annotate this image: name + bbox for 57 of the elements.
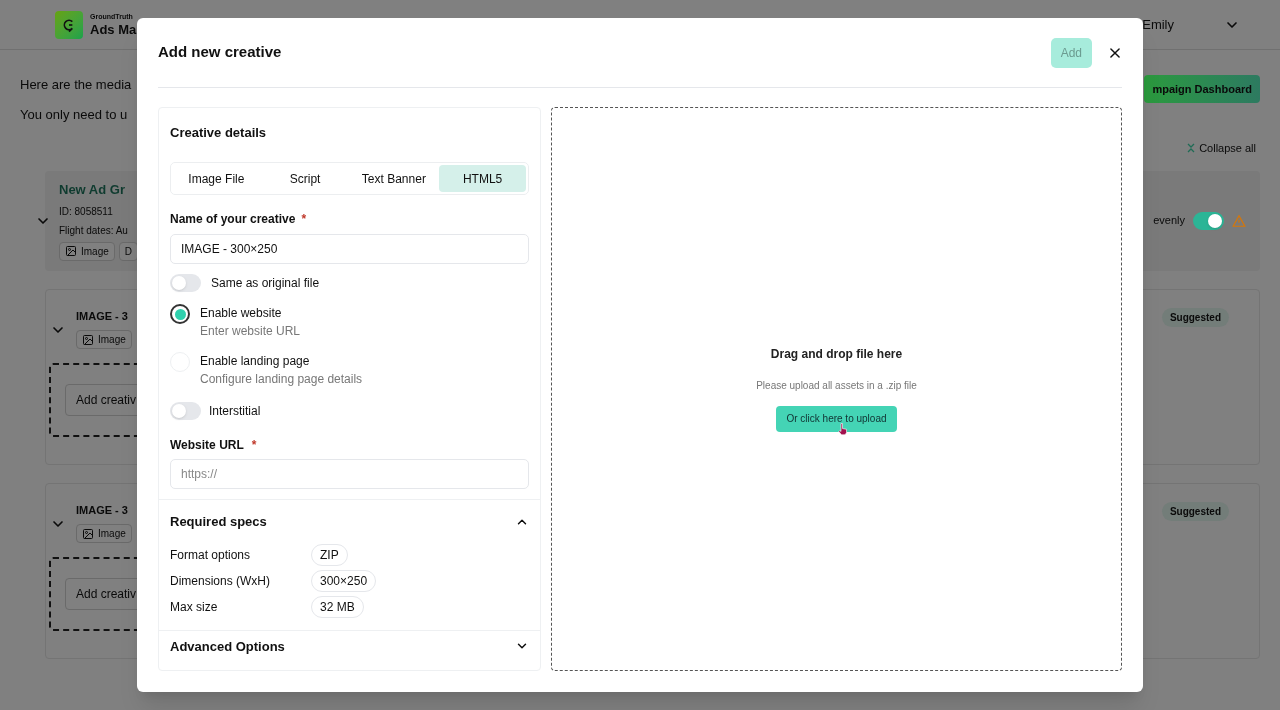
website-url-field[interactable]: https:// [170, 459, 529, 489]
user-name: Emily [1142, 15, 1174, 34]
ad-group-title: New Ad Gr [59, 181, 126, 200]
radio-hint: Enter website URL [200, 323, 301, 340]
radio-hint: Configure landing page details [200, 371, 363, 388]
collapse-all-button[interactable]: Collapse all [1199, 140, 1256, 157]
creative-name-field[interactable]: IMAGE - 300×250 [170, 234, 529, 264]
hand-cursor-icon [838, 423, 849, 435]
toggle-switch[interactable] [170, 402, 201, 420]
ad-group-id: ID: 8058511 [59, 204, 114, 219]
file-dropzone[interactable]: Drag and drop file here Please upload all assets in a .zip file Or click here to upload [551, 107, 1122, 671]
close-icon[interactable] [1108, 45, 1122, 60]
dropzone-hint: Please upload all assets in a .zip file [756, 379, 917, 393]
toggle-switch[interactable] [170, 274, 201, 292]
radio-button[interactable] [170, 304, 190, 324]
image-icon [65, 245, 77, 258]
tab[interactable]: Image File [173, 165, 260, 192]
flight-dates: Flight dates: Au [59, 223, 129, 238]
required-mark: * [301, 211, 307, 228]
type-chip: Image [76, 330, 132, 349]
tab[interactable]: HTML5 [439, 165, 526, 192]
collapse-icon [1187, 143, 1196, 154]
section-title: Required specs [170, 513, 267, 531]
spec-label: Max size [170, 598, 219, 616]
field-label: Name of your creative [170, 211, 296, 228]
field-label: Website URL [170, 437, 244, 454]
type-chip: Image [59, 241, 115, 261]
intro-text: Here are the media [20, 76, 132, 94]
upload-button[interactable]: Or click here to upload [776, 405, 897, 432]
intro-text: You only need to u [20, 105, 129, 124]
campaign-dashboard-button[interactable]: mpaign Dashboard [1144, 75, 1260, 103]
suggested-badge: Suggested [1161, 501, 1229, 521]
logo-icon [55, 10, 83, 39]
brand-title: Ads Ma [90, 23, 137, 36]
type-chip: D [118, 241, 139, 261]
tab[interactable]: Script [261, 165, 349, 192]
tab[interactable]: Text Banner [350, 165, 438, 192]
required-mark: * [251, 437, 257, 454]
section-title: Advanced Options [170, 637, 285, 656]
spec-label: Dimensions (WxH) [170, 572, 271, 590]
toggle-label: Same as original file [211, 275, 320, 292]
warning-icon [1232, 213, 1246, 228]
suggested-badge: Suggested [1161, 307, 1229, 327]
radio-label: Enable landing page [200, 353, 311, 370]
spec-label: Format options [170, 546, 252, 564]
toggle-switch[interactable] [1193, 211, 1224, 230]
creative-title: IMAGE - 3 [76, 502, 129, 518]
image-icon [82, 333, 94, 346]
dialog-title: Add new creative [158, 42, 282, 63]
toggle-label: Interstitial [209, 403, 261, 420]
distribute-label: evenly [1153, 213, 1185, 229]
type-chip: Image [76, 524, 132, 543]
image-icon [82, 527, 94, 540]
creative-title: IMAGE - 3 [76, 308, 129, 324]
section-title: Creative details [170, 125, 267, 140]
dropzone-title: Drag and drop file here [770, 346, 903, 363]
radio-label: Enable website [200, 305, 283, 322]
